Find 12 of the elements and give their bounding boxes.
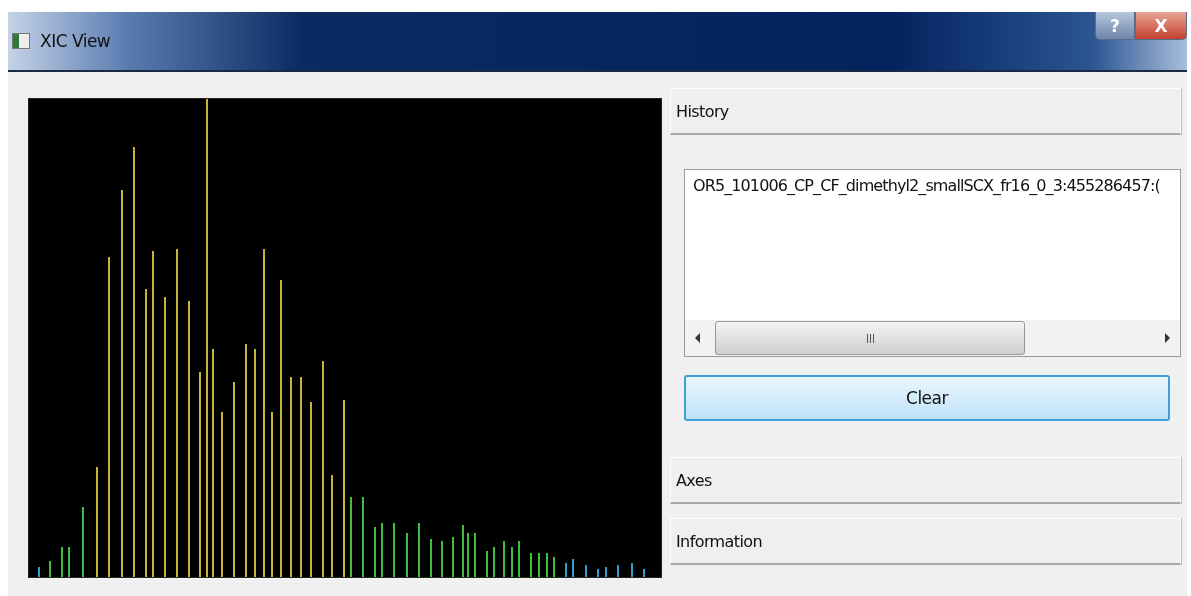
section-header[interactable]: Axes [670,457,1181,504]
section-header[interactable]: Information [670,518,1181,565]
grip-icon [866,333,874,343]
scrollbar-thumb[interactable] [715,321,1025,355]
section-header[interactable]: History [670,88,1181,135]
scroll-left-icon[interactable] [695,333,701,343]
scroll-right-icon[interactable] [1164,333,1170,343]
window-title: XIC View [40,31,112,51]
history-item[interactable]: OR5_101006_CP_CF_dimethyl2_smallSCX_fr16_0_3:455286457:( [693,176,1180,195]
window-icon [12,33,30,49]
horizontal-scrollbar[interactable] [685,320,1180,356]
clear-button[interactable]: Clear [684,375,1170,421]
